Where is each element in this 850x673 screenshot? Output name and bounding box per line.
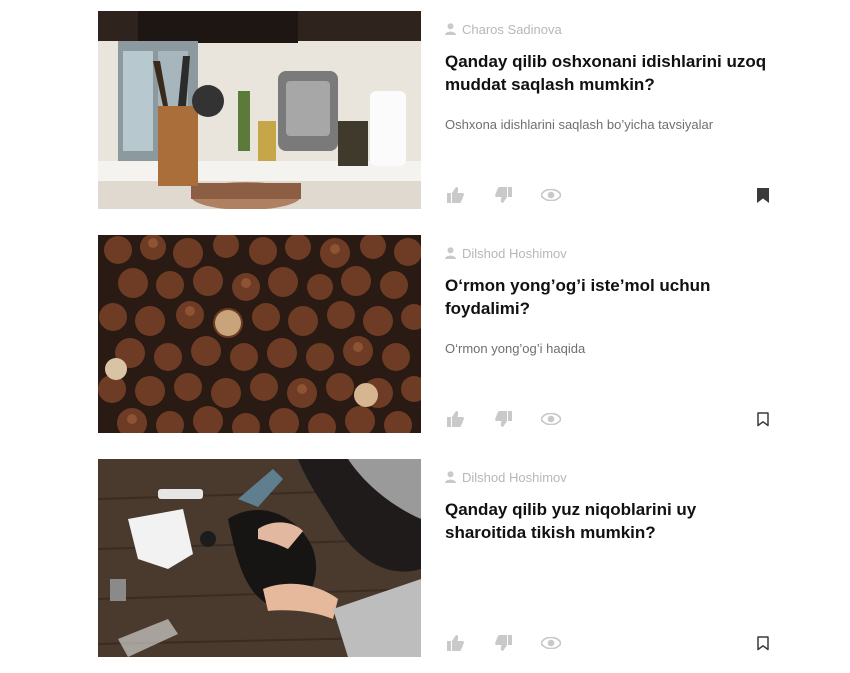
article-image-sewing[interactable] [98,459,421,657]
article-actions [445,409,775,429]
article-card[interactable]: Dilshod Hoshimov Qanday qilib yuz niqobl… [98,459,778,657]
bookmark-outline-icon [757,635,769,650]
article-actions [445,185,775,205]
sewing-mask-photo-icon [98,459,421,657]
thumbs-down-icon [494,635,512,651]
bookmark-filled-icon [757,187,769,203]
article-card[interactable]: Charos Sadinova Qanday qilib oshxonani i… [98,11,778,209]
author-name: Dilshod Hoshimov [462,245,567,261]
user-icon [445,471,456,483]
views-indicator[interactable] [541,185,561,205]
hazelnuts-photo-icon [98,235,421,433]
article-feed: Charos Sadinova Qanday qilib oshxonani i… [0,0,850,673]
article-content: Charos Sadinova Qanday qilib oshxonani i… [445,11,775,209]
views-indicator[interactable] [541,633,561,653]
article-image-kitchen[interactable] [98,11,421,209]
bookmark-button[interactable] [753,633,773,653]
thumbs-up-icon [446,635,464,651]
like-button[interactable] [445,633,465,653]
dislike-button[interactable] [493,185,513,205]
thumbs-down-icon [494,411,512,427]
bookmark-outline-icon [757,411,769,426]
article-content: Dilshod Hoshimov O‘rmon yong’og’i iste’m… [445,235,775,433]
article-excerpt: O‘rmon yong’og’i haqida [445,341,586,356]
bookmark-button[interactable] [753,409,773,429]
like-button[interactable] [445,409,465,429]
eye-icon [541,413,561,425]
article-content: Dilshod Hoshimov Qanday qilib yuz niqobl… [445,459,775,657]
author-line[interactable]: Charos Sadinova [445,21,562,37]
article-title[interactable]: Qanday qilib yuz niqoblarini uy sharoiti… [445,498,775,544]
author-line[interactable]: Dilshod Hoshimov [445,469,567,485]
article-title[interactable]: Qanday qilib oshxonani idishlarini uzoq … [445,50,775,96]
user-icon [445,23,456,35]
author-name: Charos Sadinova [462,21,562,37]
article-title[interactable]: O‘rmon yong’og’i iste’mol uchun foydalim… [445,274,775,320]
dislike-button[interactable] [493,409,513,429]
eye-icon [541,637,561,649]
like-button[interactable] [445,185,465,205]
eye-icon [541,189,561,201]
author-name: Dilshod Hoshimov [462,469,567,485]
user-icon [445,247,456,259]
thumbs-up-icon [446,411,464,427]
article-image-hazelnuts[interactable] [98,235,421,433]
dislike-button[interactable] [493,633,513,653]
article-card[interactable]: Dilshod Hoshimov O‘rmon yong’og’i iste’m… [98,235,778,433]
bookmark-button[interactable] [753,185,773,205]
thumbs-up-icon [446,187,464,203]
views-indicator[interactable] [541,409,561,429]
article-excerpt: Oshxona idishlarini saqlash bo’yicha tav… [445,117,714,132]
article-actions [445,633,775,653]
author-line[interactable]: Dilshod Hoshimov [445,245,567,261]
thumbs-down-icon [494,187,512,203]
kitchen-photo-icon [98,11,421,209]
